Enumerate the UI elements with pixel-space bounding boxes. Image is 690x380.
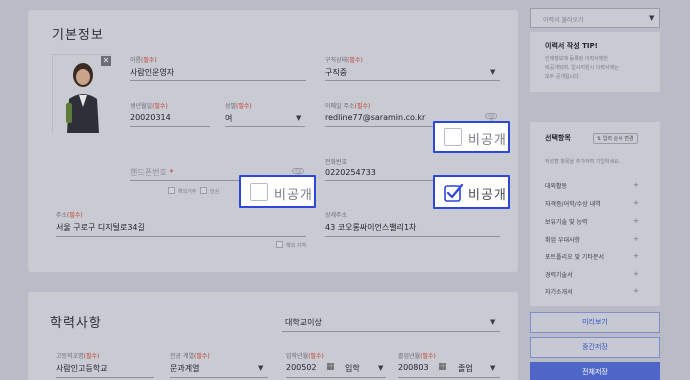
- chevron-down-icon: ▼: [649, 14, 655, 22]
- overseas-checkbox[interactable]: [168, 187, 175, 194]
- birth-label: 생년월일(필수): [130, 103, 168, 110]
- sidebar-item-activities[interactable]: 대외활동 +: [545, 181, 645, 190]
- sidebar-item-skills[interactable]: 보유기술 및 능력 +: [545, 217, 645, 226]
- education-level-select[interactable]: 대학교이상: [285, 317, 322, 328]
- plus-icon: +: [633, 287, 639, 295]
- job-status-underline: [325, 80, 500, 81]
- email-privacy-toggle[interactable]: 비공개: [485, 113, 497, 122]
- tip-title: 이력서 작성 TIP!: [545, 42, 598, 50]
- resume-load-dropdown[interactable]: 이력서 불러오기 ▼: [530, 8, 660, 28]
- graduation-underline: [398, 377, 500, 378]
- sidebar-item-cover-letter[interactable]: 자기소개서 +: [545, 287, 645, 296]
- plus-icon: +: [633, 217, 639, 225]
- phone-field[interactable]: 0220254733: [325, 168, 376, 177]
- preview-button[interactable]: 미리보기: [530, 312, 660, 333]
- plus-icon: +: [633, 235, 639, 243]
- birth-field[interactable]: 20020314: [130, 113, 171, 122]
- profile-photo-image: [53, 55, 113, 133]
- close-icon[interactable]: ✕: [101, 56, 111, 66]
- graduation-date-field[interactable]: 200803: [398, 363, 429, 372]
- optional-items-hint: 작성할 항목을 추가하여 기입하세요.: [545, 159, 621, 165]
- entry-underline: [286, 377, 386, 378]
- address-detail-field[interactable]: 43 코오롱싸이언스밸리1차: [325, 222, 416, 233]
- chevron-down-icon[interactable]: ▼: [378, 364, 383, 372]
- gender-underline: [225, 126, 305, 127]
- checkbox-empty-icon: [444, 128, 462, 146]
- graduation-status-select[interactable]: 졸업: [458, 363, 473, 374]
- chevron-down-icon[interactable]: ▼: [490, 68, 495, 76]
- checkmark-icon: [444, 183, 464, 202]
- final-save-button[interactable]: 전체저장: [530, 362, 660, 380]
- chevron-down-icon[interactable]: ▼: [490, 364, 495, 372]
- name-field[interactable]: 사람인운영자: [130, 67, 174, 78]
- resume-page: 기본정보 ✕ 이름(필수) 사람인운영자 구직상태(필수) 구직중 ▼ 생년월일…: [0, 0, 690, 380]
- tip-line-1: 인재정보에 등록된 이력서에만: [545, 56, 608, 62]
- overseas-region-label: 해외 지역: [286, 243, 306, 249]
- tip-line-3: 모두 공개됩니다.: [545, 74, 581, 80]
- major-label: 전공 계열(필수): [170, 353, 210, 360]
- address-label: 주소(필수): [56, 212, 83, 219]
- job-status-select[interactable]: 구직중: [325, 67, 347, 78]
- address-underline: [56, 236, 306, 237]
- name-label: 이름(필수): [130, 57, 157, 64]
- overseas-region-checkbox[interactable]: [276, 241, 283, 248]
- mobile-privacy-toggle[interactable]: 비공개: [292, 168, 304, 177]
- safe-number-label: 안심: [210, 189, 220, 195]
- reorder-button[interactable]: ⇅ 입력 순서 변경: [593, 133, 638, 144]
- phone-label: 전화번호: [325, 159, 348, 166]
- email-privacy-checkbox[interactable]: 비공개: [433, 121, 510, 153]
- calendar-icon[interactable]: ▦: [438, 362, 447, 372]
- education-title: 학력사항: [50, 316, 102, 331]
- address-detail-label: 상세주소: [325, 212, 348, 219]
- calendar-icon[interactable]: ▦: [326, 362, 335, 372]
- school-underline: [56, 377, 154, 378]
- education-level-underline: [282, 331, 500, 332]
- overseas-label: 해외거주: [178, 189, 197, 195]
- school-field[interactable]: 사람인고등학교: [56, 363, 108, 374]
- plus-icon: +: [633, 270, 639, 278]
- gender-label: 성별(필수): [225, 103, 252, 110]
- chevron-down-icon[interactable]: ▼: [490, 318, 495, 326]
- optional-items-title: 선택항목: [545, 134, 571, 142]
- chevron-down-icon[interactable]: ▼: [296, 114, 301, 122]
- gender-select[interactable]: 여: [225, 113, 232, 124]
- checkbox-empty-icon: [250, 183, 268, 201]
- entry-status-select[interactable]: 입학: [345, 363, 360, 374]
- basic-info-title: 기본정보: [52, 28, 104, 43]
- plus-icon: +: [633, 199, 639, 207]
- mobile-privacy-checkbox[interactable]: 비공개: [239, 175, 316, 208]
- email-field[interactable]: redline77@saramin.co.kr: [325, 113, 425, 122]
- address-field[interactable]: 서울 구로구 디지털로34길: [56, 222, 145, 233]
- birth-underline: [130, 126, 210, 127]
- safe-number-checkbox[interactable]: [200, 187, 207, 194]
- phone-privacy-checkbox[interactable]: 비공개: [433, 175, 510, 209]
- graduation-label: 졸업년월(필수): [398, 353, 436, 360]
- school-label: 고등학교명(필수): [56, 353, 100, 360]
- name-underline: [130, 80, 306, 81]
- tip-line-2: 비공개되며, 입사지원시 이력서에는: [545, 65, 619, 71]
- plus-icon: +: [633, 181, 639, 189]
- job-status-label: 구직상태(필수): [325, 57, 363, 64]
- entry-date-field[interactable]: 200502: [286, 363, 317, 372]
- major-select[interactable]: 문과계열: [170, 363, 199, 374]
- mobile-field[interactable]: 핸드폰번호 *: [130, 167, 173, 178]
- plus-icon: +: [633, 252, 639, 260]
- chevron-down-icon[interactable]: ▼: [258, 364, 263, 372]
- sidebar-item-career-description[interactable]: 경력기술서 +: [545, 270, 645, 279]
- sidebar-item-certificates[interactable]: 자격증/어학/수상 내역 +: [545, 199, 645, 208]
- email-label: 이메일 주소(필수): [325, 103, 371, 110]
- draft-save-button[interactable]: 중간저장: [530, 337, 660, 358]
- sidebar-item-portfolio[interactable]: 포트폴리오 및 기타문서 +: [545, 252, 645, 261]
- entry-label: 입학년월(필수): [286, 353, 324, 360]
- sidebar-item-preferences[interactable]: 취업 우대사항 +: [545, 235, 645, 244]
- major-underline: [170, 377, 268, 378]
- address-detail-underline: [325, 236, 500, 237]
